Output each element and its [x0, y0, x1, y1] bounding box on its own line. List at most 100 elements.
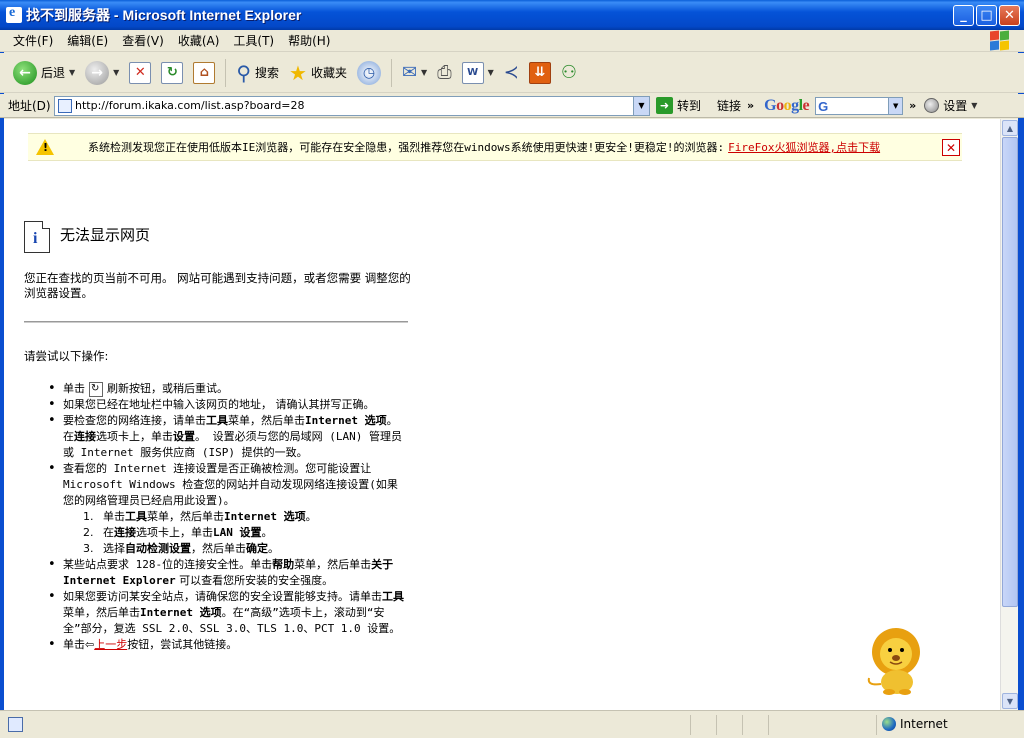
search-label: 搜索 — [254, 66, 279, 80]
tip-bold: 连接 — [114, 526, 136, 539]
address-dropdown-icon[interactable]: ▼ — [633, 96, 649, 115]
tip-text: 单击 — [63, 638, 85, 651]
try-heading: 请尝试以下操作: — [24, 349, 109, 363]
warning-icon — [36, 139, 54, 155]
back-dropdown-icon[interactable]: ▼ — [69, 68, 75, 77]
tip-text: 菜单，然后单击 — [63, 606, 140, 619]
favorites-button[interactable]: ★ 收藏夹 — [286, 57, 350, 89]
tip-text: 如果您要访问某安全站点，请确保您的安全设置能够支持。请单击 — [63, 590, 382, 603]
window-controls: _ □ ✕ — [953, 5, 1020, 26]
refresh-icon: ↻ — [161, 61, 184, 84]
refresh-button[interactable]: ↻ — [158, 57, 186, 89]
page-status-icon — [8, 717, 23, 732]
address-input[interactable]: http://forum.ikaka.com/list.asp?board=28… — [54, 95, 650, 116]
back-label: 后退 — [41, 66, 66, 80]
tip-bold: 工具 — [206, 414, 228, 427]
tip-text: ，然后单击 — [191, 542, 246, 555]
tip-bold: 工具 — [382, 590, 404, 603]
tip-text: 菜单，然后单击 — [228, 414, 305, 427]
step-number: 3. — [83, 542, 94, 555]
error-title: 无法显示网页 — [60, 225, 151, 244]
scroll-down-icon[interactable]: ▼ — [1002, 693, 1018, 709]
tip-text: 选项卡上，单击 — [136, 526, 213, 539]
title-bar[interactable]: 找不到服务器 - Microsoft Internet Explorer _ □… — [0, 0, 1024, 30]
tip-text: 某些站点要求 128-位的连接安全性。单击 — [63, 558, 273, 571]
google-logo: Google — [764, 96, 810, 114]
menu-file[interactable]: 文件(F) — [6, 32, 60, 49]
google-search-input[interactable]: G ▼ — [815, 96, 904, 115]
minimize-button[interactable]: _ — [953, 5, 974, 26]
edit-dropdown-icon[interactable]: ▼ — [488, 68, 494, 77]
favorites-label: 收藏夹 — [310, 66, 347, 80]
list-item: 如果您已经在地址栏中输入该网页的地址， 请确认其拼写正确。 — [48, 397, 408, 413]
links-chevron-icon[interactable]: » — [747, 99, 754, 112]
status-divider — [742, 715, 743, 735]
messenger-button[interactable]: ⚇ — [558, 57, 580, 89]
print-button[interactable]: ⎙ — [434, 57, 454, 89]
back-link[interactable]: 上一步 — [94, 638, 127, 651]
forward-button[interactable]: → ▼ — [82, 57, 122, 89]
scroll-thumb[interactable] — [1002, 137, 1018, 607]
tip-text: 单击 — [63, 382, 85, 395]
menu-help[interactable]: 帮助(H) — [281, 32, 337, 49]
tip-text: 菜单，然后单击 — [294, 558, 372, 571]
stop-icon: ✕ — [129, 61, 152, 84]
list-item: 单击⇦上一步按钮，尝试其他链接。 — [48, 637, 408, 653]
divider — [24, 321, 408, 323]
go-button[interactable]: ➜ 转到 — [656, 97, 701, 114]
tip-bold: 帮助 — [272, 558, 295, 571]
menu-tools[interactable]: 工具(T) — [226, 32, 281, 49]
refresh-icon — [89, 381, 103, 397]
mail-button[interactable]: ✉ ▼ — [399, 57, 430, 89]
google-chevron-icon[interactable]: » — [909, 99, 916, 112]
discuss-button[interactable]: ≺ — [501, 57, 522, 89]
list-item: 2. 在连接选项卡上，单击LAN 设置。 — [83, 525, 408, 541]
forward-arrow-icon: → — [85, 60, 110, 85]
warning-close-button[interactable]: ✕ — [942, 139, 960, 156]
maximize-button[interactable]: □ — [976, 5, 997, 26]
list-item: 3. 选择自动检测设置，然后单击确定。 — [83, 541, 408, 557]
search-button[interactable]: ⚲ 搜索 — [233, 57, 282, 89]
list-item: 1. 单击工具菜单，然后单击Internet 选项。 — [83, 509, 408, 525]
edit-button[interactable]: W ▼ — [459, 57, 497, 89]
ie-app-icon — [6, 5, 22, 23]
menu-edit[interactable]: 编辑(E) — [60, 32, 115, 49]
tip-bold: 连接 — [74, 430, 96, 443]
mail-icon: ✉ — [401, 62, 418, 83]
tips-list: 单击 刷新按钮，或稍后重试。 如果您已经在地址栏中输入该网页的地址， 请确认其拼写… — [48, 381, 408, 654]
back-arrow-icon: ⇦ — [85, 638, 95, 651]
menu-favorites[interactable]: 收藏(A) — [171, 32, 227, 49]
history-button[interactable]: ◷ — [354, 57, 384, 89]
vertical-scrollbar[interactable]: ▲ ▼ — [1000, 119, 1018, 710]
menu-view[interactable]: 查看(V) — [115, 32, 171, 49]
tip-bold: Internet 选项 — [224, 510, 306, 523]
star-icon: ★ — [289, 60, 307, 85]
list-item: 单击 刷新按钮，或稍后重试。 — [48, 381, 408, 398]
stop-button[interactable]: ✕ — [126, 57, 154, 89]
toolbar-separator — [390, 58, 392, 87]
scroll-up-icon[interactable]: ▲ — [1002, 120, 1018, 136]
step-number: 1. — [83, 510, 94, 523]
list-item: 某些站点要求 128-位的连接安全性。单击帮助菜单，然后单击关于 Interne… — [48, 557, 408, 589]
tip-text: 。 — [261, 526, 273, 539]
links-button[interactable]: 链接 — [717, 97, 741, 114]
settings-button[interactable]: 设置 ▼ — [924, 97, 977, 114]
back-button[interactable]: ← 后退 ▼ — [10, 57, 78, 89]
tip-text: 查看您的 Internet 连接设置是否正确被检测。您可能设置让 Microso… — [63, 462, 398, 507]
warning-bar: 系统检测发现您正在使用低版本IE浏览器，可能存在安全隐患，强烈推荐您在windo… — [28, 133, 962, 161]
forward-dropdown-icon[interactable]: ▼ — [113, 68, 119, 77]
flashget-button[interactable]: ⇊ — [526, 57, 554, 89]
page-icon — [58, 98, 72, 113]
address-url: http://forum.ikaka.com/list.asp?board=28 — [75, 99, 305, 112]
firefox-download-link[interactable]: FireFox火狐浏览器,点击下载 — [728, 139, 880, 155]
discuss-icon: ≺ — [503, 62, 519, 83]
security-zone[interactable]: Internet — [882, 717, 948, 731]
sub-steps: 1. 单击工具菜单，然后单击Internet 选项。 2. 在连接选项卡上，单击LA… — [63, 509, 408, 557]
go-label: 转到 — [677, 99, 702, 113]
home-button[interactable]: ⌂ — [190, 57, 218, 89]
close-button[interactable]: ✕ — [999, 5, 1020, 26]
google-dropdown-icon[interactable]: ▼ — [888, 97, 903, 114]
address-label: 地址(D) — [8, 99, 51, 113]
error-description: 您正在查找的页当前不可用。 网站可能遇到支持问题，或者您需要 调整您的浏览器设置… — [24, 271, 411, 300]
mail-dropdown-icon[interactable]: ▼ — [421, 68, 427, 77]
